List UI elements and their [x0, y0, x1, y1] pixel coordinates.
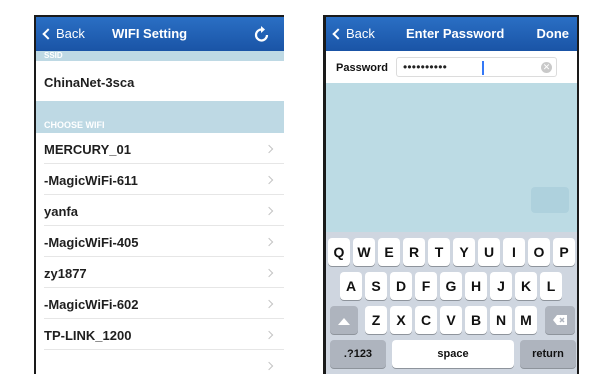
- key-y[interactable]: Y: [453, 238, 475, 266]
- network-name: MERCURY_01: [44, 142, 131, 157]
- wifi-title: WIFI Setting: [112, 26, 188, 41]
- network-name: zy1877: [44, 266, 87, 281]
- key-x[interactable]: X: [390, 306, 412, 334]
- chevron-right-icon: [264, 268, 274, 278]
- ssid-header: SSID: [36, 51, 284, 61]
- network-name: -MagicWiFi-405: [44, 235, 139, 250]
- return-key[interactable]: return: [520, 340, 576, 368]
- network-item[interactable]: TP-LINK_1200: [36, 319, 284, 350]
- key-w[interactable]: W: [353, 238, 375, 266]
- chevron-left-icon: [332, 27, 344, 40]
- shift-icon: [338, 318, 350, 325]
- network-item[interactable]: -MagicWiFi-602: [36, 288, 284, 319]
- key-m[interactable]: M: [515, 306, 537, 334]
- text-caret: [482, 61, 484, 75]
- ssid-row: ChinaNet-3sca: [36, 61, 284, 101]
- password-row: Password •••••••••• ✕: [326, 51, 577, 83]
- chevron-right-icon: [264, 299, 274, 309]
- key-k[interactable]: K: [515, 272, 537, 300]
- enter-password-screen: Back Enter Password Done Password ••••••…: [323, 15, 579, 374]
- key-b[interactable]: B: [465, 306, 487, 334]
- key-u[interactable]: U: [478, 238, 500, 266]
- chevron-right-icon: [264, 144, 274, 154]
- refresh-icon[interactable]: [254, 25, 270, 43]
- clear-icon[interactable]: ✕: [541, 62, 552, 73]
- key-q[interactable]: Q: [328, 238, 350, 266]
- wifi-setting-screen: Back WIFI Setting SSID ChinaNet-3sca CHO…: [34, 15, 284, 374]
- network-item[interactable]: yanfa: [36, 195, 284, 226]
- delete-icon: [553, 315, 567, 325]
- key-e[interactable]: E: [378, 238, 400, 266]
- delete-key[interactable]: [545, 306, 575, 334]
- password-value: ••••••••••: [403, 60, 448, 74]
- network-item-partial[interactable]: [36, 350, 284, 374]
- network-item[interactable]: zy1877: [36, 257, 284, 288]
- chevron-right-icon: [264, 361, 274, 371]
- chevron-right-icon: [264, 206, 274, 216]
- key-r[interactable]: R: [403, 238, 425, 266]
- keyboard: Q W E R T Y U I O P A S D F G H J K L Z …: [326, 232, 577, 374]
- chevron-left-icon: [42, 27, 54, 40]
- chevron-right-icon: [264, 237, 274, 247]
- password-field[interactable]: •••••••••• ✕: [396, 57, 557, 77]
- network-item[interactable]: -MagicWiFi-611: [36, 164, 284, 195]
- chevron-right-icon: [264, 330, 274, 340]
- key-g[interactable]: G: [440, 272, 462, 300]
- back-button[interactable]: Back: [41, 26, 85, 41]
- back-label: Back: [56, 26, 85, 41]
- password-navbar: Back Enter Password Done: [326, 17, 577, 51]
- network-item[interactable]: -MagicWiFi-405: [36, 226, 284, 257]
- key-a[interactable]: A: [340, 272, 362, 300]
- key-v[interactable]: V: [440, 306, 462, 334]
- hidden-button: [531, 187, 569, 213]
- network-name: -MagicWiFi-611: [44, 173, 138, 188]
- network-name: -MagicWiFi-602: [44, 297, 139, 312]
- back-button[interactable]: Back: [331, 26, 375, 41]
- password-label: Password: [336, 62, 388, 74]
- key-c[interactable]: C: [415, 306, 437, 334]
- key-s[interactable]: S: [365, 272, 387, 300]
- key-n[interactable]: N: [490, 306, 512, 334]
- key-o[interactable]: O: [528, 238, 550, 266]
- key-i[interactable]: I: [503, 238, 525, 266]
- key-z[interactable]: Z: [365, 306, 387, 334]
- key-l[interactable]: L: [540, 272, 562, 300]
- done-button[interactable]: Done: [537, 26, 570, 41]
- choose-wifi-header: CHOOSE WIFI: [36, 101, 284, 133]
- network-name: yanfa: [44, 204, 78, 219]
- content-area: [326, 83, 577, 232]
- password-title: Enter Password: [406, 26, 505, 41]
- key-d[interactable]: D: [390, 272, 412, 300]
- ssid-value: ChinaNet-3sca: [44, 75, 135, 90]
- key-h[interactable]: H: [465, 272, 487, 300]
- numbers-key[interactable]: .?123: [330, 340, 386, 368]
- key-p[interactable]: P: [553, 238, 575, 266]
- network-name: TP-LINK_1200: [44, 328, 132, 343]
- chevron-right-icon: [264, 175, 274, 185]
- key-j[interactable]: J: [490, 272, 512, 300]
- space-key[interactable]: space: [392, 340, 514, 368]
- network-item[interactable]: MERCURY_01: [36, 133, 284, 164]
- key-f[interactable]: F: [415, 272, 437, 300]
- back-label: Back: [346, 26, 375, 41]
- shift-key[interactable]: [330, 306, 358, 334]
- wifi-navbar: Back WIFI Setting: [36, 17, 284, 51]
- key-t[interactable]: T: [428, 238, 450, 266]
